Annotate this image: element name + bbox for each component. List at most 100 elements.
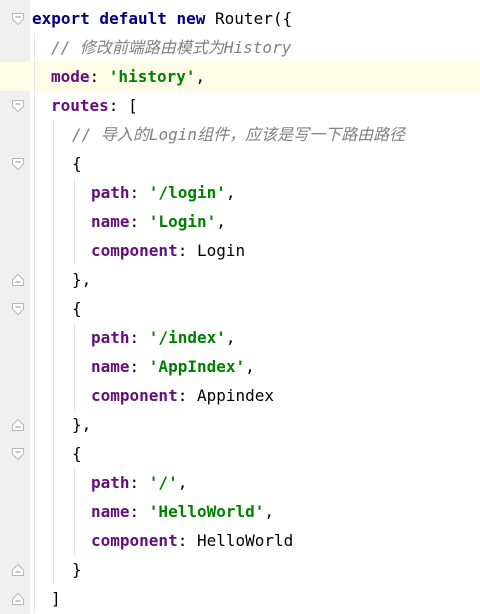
code-token: : (129, 357, 149, 376)
code-token: : (89, 67, 109, 86)
code-token: : Login (177, 241, 246, 260)
code-token: mode (51, 67, 90, 86)
code-line[interactable]: name: 'AppIndex', (0, 352, 480, 381)
code-token: '/login' (148, 183, 226, 202)
code-line-text: path: '/', (91, 468, 187, 497)
code-token: export default new (32, 9, 216, 28)
code-line[interactable]: component: HelloWorld (0, 526, 480, 555)
code-line-text: { (72, 294, 82, 323)
fold-close-icon[interactable] (11, 591, 25, 605)
code-line[interactable]: { (0, 294, 480, 323)
code-line-text: { (72, 149, 82, 178)
code-token: { (72, 444, 82, 463)
code-line[interactable]: mode: 'history', (0, 62, 480, 91)
code-token: } (72, 560, 82, 579)
code-line-text: // 导入的Login组件，应该是写一下路由路径 (72, 120, 405, 149)
code-line-text: component: HelloWorld (91, 526, 293, 555)
fold-open-icon[interactable] (11, 11, 25, 26)
code-token: { (72, 154, 82, 173)
code-line[interactable]: // 修改前端路由模式为History (0, 33, 480, 62)
code-token: : (129, 502, 149, 521)
code-token: ] (51, 589, 61, 608)
code-token: path (91, 473, 130, 492)
code-token: // 修改前端路由模式为History (51, 38, 292, 57)
code-line[interactable]: path: '/index', (0, 323, 480, 352)
code-token: Router({ (215, 9, 293, 28)
code-token: : (129, 212, 149, 231)
code-line[interactable]: }, (0, 265, 480, 294)
code-token: , (264, 502, 275, 521)
code-line[interactable]: } (0, 555, 480, 584)
code-line[interactable]: path: '/', (0, 468, 480, 497)
fold-open-icon[interactable] (11, 446, 25, 461)
code-token: name (91, 357, 130, 376)
fold-open-icon[interactable] (11, 301, 25, 316)
indent-guide (74, 468, 75, 555)
code-token: 'history' (108, 67, 196, 86)
code-token: , (177, 473, 188, 492)
code-line-text: name: 'HelloWorld', (91, 497, 274, 526)
code-line[interactable]: routes: [ (0, 91, 480, 120)
code-line-text: ] (51, 584, 61, 613)
fold-close-icon[interactable] (11, 562, 25, 576)
indent-guide (74, 323, 75, 410)
code-token: }, (72, 270, 92, 289)
code-line[interactable]: // 导入的Login组件，应该是写一下路由路径 (0, 120, 480, 149)
code-token: component (91, 241, 178, 260)
code-token: , (225, 328, 236, 347)
fold-open-icon[interactable] (11, 156, 25, 171)
code-token: component (91, 386, 178, 405)
code-token: , (245, 357, 255, 376)
indent-guide (53, 120, 54, 584)
code-token: 'AppIndex' (148, 357, 246, 376)
code-token: 'Login' (148, 212, 217, 231)
code-token: '/index' (148, 328, 226, 347)
code-token: : [ (108, 96, 138, 115)
code-token: : (129, 473, 149, 492)
code-line[interactable]: name: 'Login', (0, 207, 480, 236)
code-line[interactable]: }, (0, 410, 480, 439)
code-line-text: // 修改前端路由模式为History (51, 33, 291, 62)
code-token: , (216, 212, 226, 231)
code-line-text: { (72, 439, 82, 468)
code-token: path (91, 328, 130, 347)
code-line-text: routes: [ (51, 91, 138, 120)
code-line-text: component: Appindex (91, 381, 274, 410)
code-line-text: export default new Router({ (32, 4, 292, 33)
fold-open-icon[interactable] (11, 98, 25, 113)
code-token: name (91, 502, 130, 521)
code-line[interactable]: { (0, 439, 480, 468)
code-line-text: mode: 'history', (51, 62, 205, 91)
code-line[interactable]: export default new Router({ (0, 4, 480, 33)
code-token: : Appindex (177, 386, 275, 405)
code-token: name (91, 212, 130, 231)
code-line-text: }, (72, 265, 91, 294)
code-line[interactable]: path: '/login', (0, 178, 480, 207)
code-line[interactable]: name: 'HelloWorld', (0, 497, 480, 526)
code-token: , (195, 67, 206, 86)
fold-close-icon[interactable] (11, 272, 25, 286)
code-token: : HelloWorld (177, 531, 294, 550)
code-editor[interactable]: export default new Router({ // 修改前端路由模式为H… (0, 0, 480, 614)
code-token: { (72, 299, 82, 318)
indent-guide (74, 178, 75, 265)
code-line-text: component: Login (91, 236, 245, 265)
code-line-text: path: '/index', (91, 323, 236, 352)
code-token: , (225, 183, 236, 202)
code-token: path (91, 183, 130, 202)
code-line[interactable]: ] (0, 584, 480, 613)
code-token: 'HelloWorld' (148, 502, 265, 521)
code-token: routes (51, 96, 109, 115)
code-token: : (129, 328, 149, 347)
code-line[interactable]: component: Appindex (0, 381, 480, 410)
code-token: }, (72, 415, 92, 434)
fold-close-icon[interactable] (11, 417, 25, 431)
indent-guide (34, 33, 35, 613)
code-line[interactable]: { (0, 149, 480, 178)
code-line-text: path: '/login', (91, 178, 236, 207)
code-line-text: }, (72, 410, 91, 439)
code-line[interactable]: component: Login (0, 236, 480, 265)
code-token: component (91, 531, 178, 550)
code-token: // 导入的Login组件，应该是写一下路由路径 (72, 125, 406, 144)
code-line-text: name: 'Login', (91, 207, 226, 236)
